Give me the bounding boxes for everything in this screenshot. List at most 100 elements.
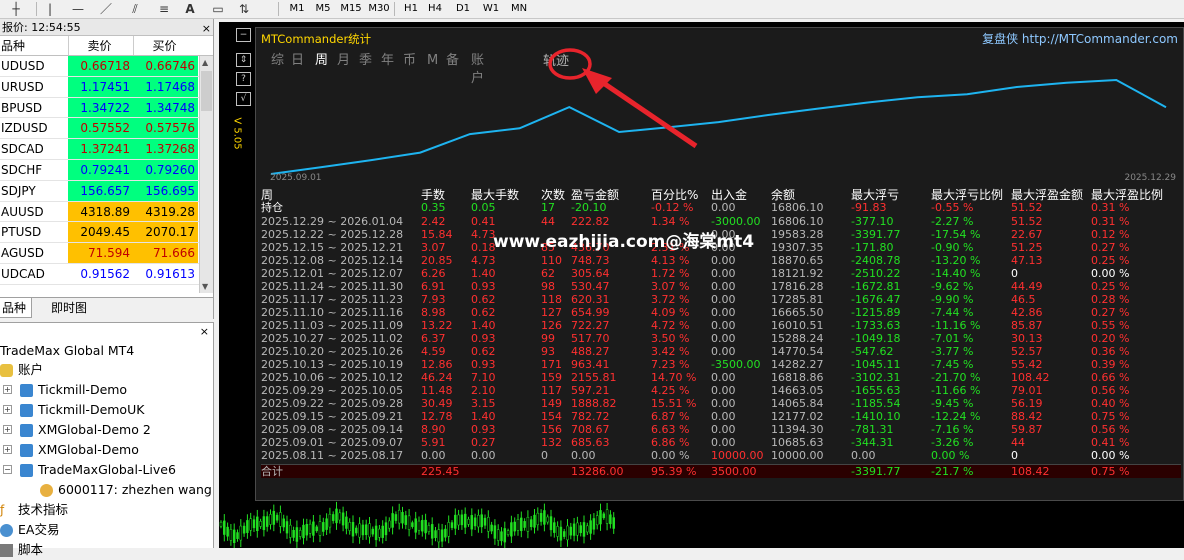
- table-row[interactable]: 2025.10.20 ~ 2025.10.26 4.59 0.62 93 488.27 3…: [261, 345, 1181, 358]
- market-watch-row[interactable]: URUSD 1.17451 1.17468: [0, 76, 213, 98]
- navigator-accounts[interactable]: 账户: [0, 360, 43, 380]
- expand-icon[interactable]: +: [3, 425, 12, 434]
- table-row[interactable]: 2025.08.11 ~ 2025.08.17 0.00 0.00 0 0.00 0.00…: [261, 449, 1181, 462]
- navigator-server-item[interactable]: Tickmill-Demo: [20, 380, 127, 400]
- expand-icon[interactable]: +: [3, 385, 12, 394]
- navigator-server-item[interactable]: Tickmill-DemoUK: [20, 400, 144, 420]
- close-icon[interactable]: ×: [200, 325, 209, 338]
- timeframe-m15[interactable]: M15: [340, 1, 362, 17]
- holding-cell: 0.05: [471, 201, 496, 214]
- table-row[interactable]: 2025.09.08 ~ 2025.09.14 8.90 0.93 156 708.67…: [261, 423, 1181, 436]
- timeframe-h1[interactable]: H1: [400, 1, 422, 17]
- timeframe-m5[interactable]: M5: [312, 1, 334, 17]
- table-row[interactable]: 2025.12.01 ~ 2025.12.07 6.26 1.40 62 305.64 1…: [261, 267, 1181, 280]
- table-row[interactable]: 2025.12.08 ~ 2025.12.14 20.85 4.73 110 748.7…: [261, 254, 1181, 267]
- navigator-scripts[interactable]: 脚本: [0, 540, 43, 560]
- help-icon[interactable]: ?: [236, 72, 251, 86]
- toolbar: ┼ | — ／ ⫽ ≡ A ▭ ⇅ M1 M5 M15 M30 H1 H4 D1 W1 MN: [0, 0, 1184, 19]
- navigator-server-item[interactable]: XMGlobal-Demo: [20, 440, 139, 460]
- close-icon[interactable]: ×: [202, 20, 211, 37]
- table-row[interactable]: 2025.09.29 ~ 2025.10.05 11.48 2.10 117 597.2…: [261, 384, 1181, 397]
- market-watch-tabs: 品种 即时图: [0, 297, 213, 319]
- chart-window[interactable]: − ⇕ ? √ V 5.05 MTCommander统计 复盘侠 http://…: [219, 22, 1184, 548]
- table-row[interactable]: 2025.10.27 ~ 2025.11.02 6.37 0.93 99 517.70 3…: [261, 332, 1181, 345]
- period-tab[interactable]: 币: [403, 52, 416, 70]
- fibonacci-icon[interactable]: ≡: [155, 1, 173, 17]
- candle-body: [252, 519, 256, 529]
- period-tab[interactable]: 周: [315, 52, 328, 70]
- crosshair-icon[interactable]: ┼: [8, 1, 24, 17]
- table-cell: 0.62: [471, 293, 496, 306]
- minimize-button[interactable]: −: [236, 28, 251, 42]
- market-watch-row[interactable]: PTUSD 2049.45 2070.17: [0, 222, 213, 244]
- period-tab[interactable]: M: [427, 52, 438, 70]
- col-ask[interactable]: 买价: [133, 36, 198, 55]
- table-cell: -9.45 %: [931, 397, 974, 410]
- check-icon[interactable]: √: [236, 92, 251, 106]
- table-cell: 10685.63: [771, 436, 824, 449]
- table-row[interactable]: 2025.11.10 ~ 2025.11.16 8.98 0.62 127 654.99…: [261, 306, 1181, 319]
- collapse-icon[interactable]: −: [3, 465, 12, 474]
- scroll-up-icon[interactable]: ▲: [202, 58, 208, 67]
- market-watch-row[interactable]: SDCAD 1.37241 1.37268: [0, 139, 213, 160]
- tab-symbols[interactable]: 品种: [0, 298, 33, 318]
- period-tab[interactable]: 年: [381, 52, 394, 70]
- col-symbol[interactable]: 品种: [0, 36, 68, 55]
- table-row[interactable]: 2025.11.03 ~ 2025.11.09 13.22 1.40 126 722.2…: [261, 319, 1181, 332]
- market-watch-row[interactable]: BPUSD 1.34722 1.34748: [0, 97, 213, 119]
- period-tab[interactable]: 综: [271, 52, 284, 70]
- table-cell: 0.00 %: [931, 449, 970, 462]
- candle-body: [523, 521, 526, 528]
- timeframe-m1[interactable]: M1: [286, 1, 308, 17]
- table-row[interactable]: 2025.10.13 ~ 2025.10.19 12.86 0.93 171 963.4…: [261, 358, 1181, 371]
- label-tool-icon[interactable]: ▭: [210, 1, 226, 17]
- market-watch-row[interactable]: IZDUSD 0.57552 0.57576: [0, 118, 213, 140]
- timeframe-w1[interactable]: W1: [480, 1, 502, 17]
- market-watch-row[interactable]: AUUSD 4318.89 4319.28: [0, 201, 213, 223]
- expand-icon[interactable]: +: [3, 445, 12, 454]
- period-tab[interactable]: 日: [291, 52, 304, 70]
- table-row[interactable]: 2025.11.24 ~ 2025.11.30 6.91 0.93 98 530.47 3…: [261, 280, 1181, 293]
- table-row[interactable]: 2025.09.22 ~ 2025.09.28 30.49 3.15 149 1888.…: [261, 397, 1181, 410]
- vertical-line-icon[interactable]: |: [44, 1, 56, 17]
- navigator-root[interactable]: TradeMax Global MT4: [0, 341, 134, 361]
- scroll-thumb[interactable]: [201, 71, 212, 111]
- horizontal-line-icon[interactable]: —: [70, 1, 86, 17]
- bid-price: 4318.89: [68, 201, 133, 222]
- table-row[interactable]: 2025.09.01 ~ 2025.09.07 5.91 0.27 132 685.63…: [261, 436, 1181, 449]
- tab-tick-chart[interactable]: 即时图: [46, 298, 92, 318]
- arrows-tool-icon[interactable]: ⇅: [236, 1, 252, 17]
- text-tool-icon[interactable]: A: [183, 1, 197, 17]
- channel-icon[interactable]: ⫽: [126, 1, 144, 17]
- table-row[interactable]: 2025.11.17 ~ 2025.11.23 7.93 0.62 118 620.31…: [261, 293, 1181, 306]
- navigator-indicators[interactable]: ƒ 技术指标: [0, 500, 68, 520]
- scroll-down-icon[interactable]: ▼: [202, 282, 208, 291]
- market-watch-row[interactable]: AGUSD 71.594 71.666: [0, 243, 213, 264]
- market-watch-row[interactable]: UDUSD 0.66718 0.66746: [0, 56, 213, 77]
- timeframe-m30[interactable]: M30: [368, 1, 390, 17]
- ask-price: 0.91613: [133, 263, 198, 284]
- market-watch-scrollbar[interactable]: ▲ ▼: [199, 56, 213, 293]
- navigator-server-item[interactable]: XMGlobal-Demo 2: [20, 420, 151, 440]
- market-watch-row[interactable]: SDJPY 156.657 156.695: [0, 180, 213, 202]
- table-row[interactable]: 2025.09.15 ~ 2025.09.21 12.78 1.40 154 782.7…: [261, 410, 1181, 423]
- period-tab[interactable]: 备: [446, 52, 459, 70]
- navigator-server-item[interactable]: TradeMaxGlobal-Live6: [20, 460, 176, 480]
- move-icon[interactable]: ⇕: [236, 53, 251, 67]
- navigator-ea[interactable]: EA交易: [0, 520, 59, 540]
- panel-site-link[interactable]: 复盘侠 http://MTCommander.com: [982, 30, 1178, 47]
- account-user[interactable]: 6000117: zhezhen wang: [40, 480, 212, 500]
- trendline-icon[interactable]: ／: [98, 1, 114, 17]
- timeframe-mn[interactable]: MN: [508, 1, 530, 17]
- market-watch-row[interactable]: UDCAD 0.91562 0.91613: [0, 263, 213, 285]
- bid-price: 0.57552: [68, 118, 133, 139]
- period-tab[interactable]: 季: [359, 52, 372, 70]
- period-tab[interactable]: 月: [337, 52, 350, 70]
- col-bid[interactable]: 卖价: [68, 36, 133, 55]
- timeframe-h4[interactable]: H4: [424, 1, 446, 17]
- table-row[interactable]: 2025.10.06 ~ 2025.10.12 46.24 7.10 159 2155.…: [261, 371, 1181, 384]
- market-watch-row[interactable]: SDCHF 0.79241 0.79260: [0, 159, 213, 181]
- table-cell: -1672.81: [851, 280, 901, 293]
- expand-icon[interactable]: +: [3, 405, 12, 414]
- timeframe-d1[interactable]: D1: [452, 1, 474, 17]
